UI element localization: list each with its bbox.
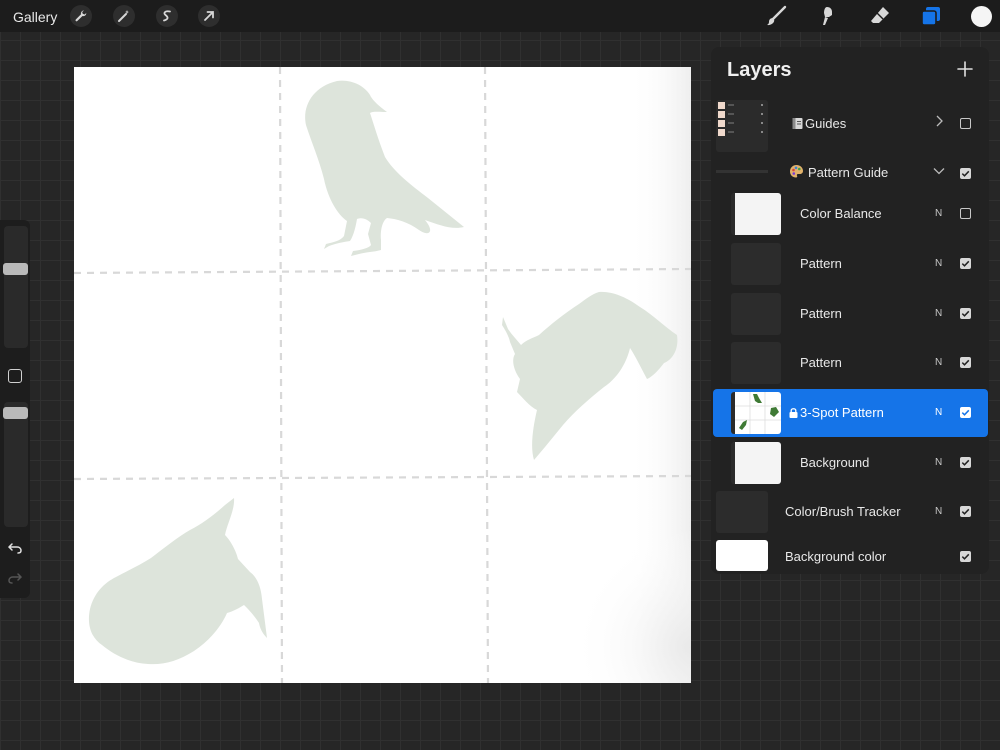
layer-name: Guides [805, 116, 847, 131]
wrench-icon[interactable] [70, 5, 92, 27]
layer-thumbnail [731, 342, 781, 384]
color-picker-button[interactable] [971, 6, 992, 27]
magic-wand-icon[interactable] [113, 5, 135, 27]
group-thumbnail [716, 100, 768, 152]
blend-mode[interactable]: N [935, 258, 942, 269]
modify-button[interactable] [8, 369, 22, 383]
visibility-checkbox[interactable] [960, 118, 971, 129]
layers-title: Layers [727, 59, 792, 81]
palette-icon [789, 164, 804, 179]
brush-size-handle[interactable] [3, 263, 28, 275]
gallery-button[interactable]: Gallery [13, 9, 57, 25]
blend-mode[interactable]: N [935, 357, 942, 368]
brush-size-slider[interactable] [3, 226, 28, 348]
layer-thumbnail [731, 293, 781, 335]
layer-name: Pattern [800, 306, 842, 321]
layer-name: Color/Brush Tracker [785, 504, 901, 519]
pattern-artwork [74, 67, 691, 683]
chevron-down-icon[interactable] [932, 164, 946, 178]
layer-name: 3-Spot Pattern [800, 405, 884, 420]
layers-panel: Layers Guides Pattern Guide Color Balanc… [711, 47, 989, 574]
layer-thumbnail [731, 193, 781, 235]
blend-mode[interactable]: N [935, 457, 942, 468]
blend-mode[interactable]: N [935, 506, 942, 517]
visibility-checkbox[interactable] [960, 551, 971, 562]
background-color-row[interactable]: Background color [711, 537, 989, 573]
layers-icon[interactable] [919, 4, 943, 28]
undo-icon[interactable] [7, 540, 23, 556]
smudge-icon[interactable] [816, 4, 840, 28]
blend-mode[interactable]: N [935, 308, 942, 319]
chevron-right-icon[interactable] [932, 114, 946, 128]
visibility-checkbox[interactable] [960, 457, 971, 468]
brush-icon[interactable] [764, 4, 788, 28]
opacity-handle[interactable] [3, 407, 28, 419]
visibility-checkbox[interactable] [960, 506, 971, 517]
drawing-canvas[interactable] [74, 67, 691, 683]
visibility-checkbox[interactable] [960, 258, 971, 269]
layer-row-selected[interactable]: 3-Spot Pattern N [713, 389, 988, 437]
blend-mode[interactable]: N [935, 208, 942, 219]
visibility-checkbox[interactable] [960, 407, 971, 418]
visibility-checkbox[interactable] [960, 357, 971, 368]
layer-thumbnail [731, 392, 781, 434]
layer-thumbnail [716, 491, 768, 533]
redo-icon[interactable] [7, 570, 23, 586]
background-color-swatch[interactable] [716, 540, 768, 571]
notebook-icon [791, 117, 804, 130]
layer-name: Background color [785, 549, 887, 564]
layer-name: Pattern [800, 256, 842, 271]
layer-row[interactable]: Color/Brush Tracker N [711, 488, 989, 536]
blend-mode[interactable]: N [935, 407, 942, 418]
layer-row[interactable]: Pattern N [711, 240, 989, 288]
layer-group-guides[interactable]: Guides [711, 100, 989, 152]
brush-sidebar [0, 220, 30, 598]
layer-name: Pattern Guide [808, 165, 889, 180]
layer-thumbnail [731, 442, 781, 484]
visibility-checkbox[interactable] [960, 208, 971, 219]
selection-icon[interactable] [156, 5, 178, 27]
lock-icon [788, 406, 799, 418]
eraser-icon[interactable] [868, 4, 892, 28]
opacity-slider[interactable] [3, 402, 28, 527]
layer-name: Pattern [800, 355, 842, 370]
group-thumbnail [716, 170, 768, 173]
transform-arrow-icon[interactable] [198, 5, 220, 27]
layer-name: Background [800, 455, 870, 470]
layer-row[interactable]: Background N [711, 439, 989, 487]
layer-row[interactable]: Pattern N [711, 339, 989, 387]
layer-name: Color Balance [800, 206, 882, 221]
visibility-checkbox[interactable] [960, 308, 971, 319]
add-layer-icon[interactable] [955, 59, 975, 79]
layer-row[interactable]: Color Balance N [711, 190, 989, 238]
layer-group-pattern-guide[interactable]: Pattern Guide [711, 149, 989, 193]
visibility-checkbox[interactable] [960, 168, 971, 179]
top-toolbar: Gallery [0, 0, 1000, 32]
layer-row[interactable]: Pattern N [711, 290, 989, 338]
layer-thumbnail [731, 243, 781, 285]
